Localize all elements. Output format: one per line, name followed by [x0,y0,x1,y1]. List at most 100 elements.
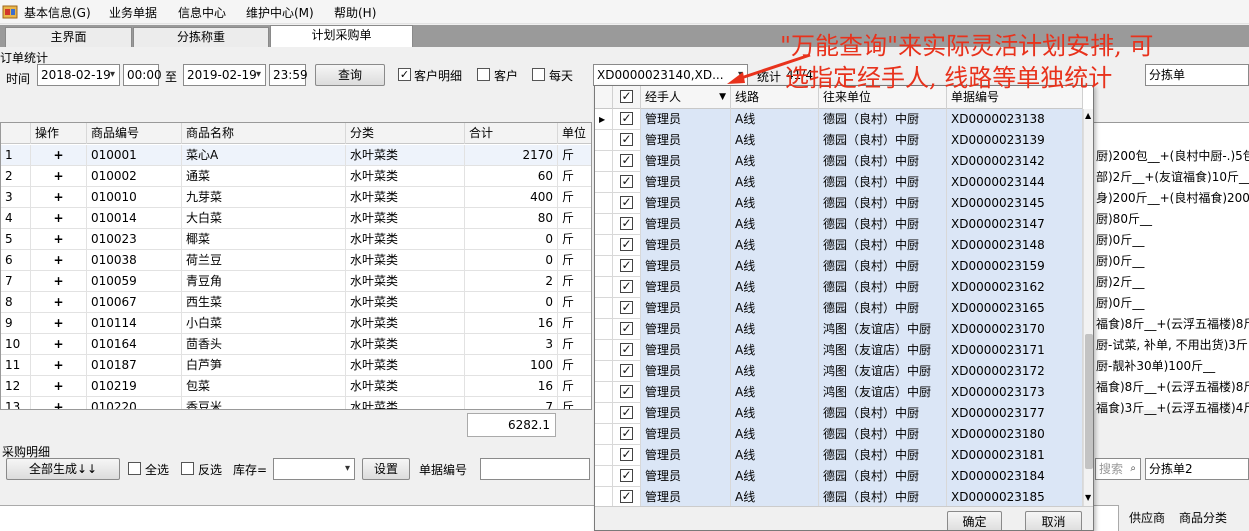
dropdown-scrollbar[interactable]: ▲ ▼ [1083,109,1093,508]
tab-product-category[interactable]: 商品分类 [1179,509,1227,526]
table-row[interactable]: 1 +010001 菜心A 水叶菜类 2170 斤 [1,145,591,166]
cell-op[interactable]: + [31,397,87,409]
table-row[interactable]: 13 +010220 香豆米 水叶菜类 7 斤 [1,397,591,409]
row-checkbox[interactable]: ✓ [620,364,633,377]
cell-op[interactable]: + [31,355,87,375]
dropdown-row[interactable]: ▶ ✓ 管理员 A线 德园（良村）中厨 XD0000023138 [595,109,1083,130]
cell-op[interactable]: + [31,376,87,396]
dropdown-row[interactable]: ✓ 管理员 A线 德园（良村）中厨 XD0000023165 [595,298,1083,319]
row-checkbox[interactable]: ✓ [620,112,633,125]
header-name[interactable]: 商品名称 [182,123,346,144]
row-checkbox-cell[interactable]: ✓ [613,319,641,340]
dropdown-row[interactable]: ✓ 管理员 A线 德园（良村）中厨 XD0000023144 [595,172,1083,193]
table-row[interactable]: 6 +010038 荷兰豆 水叶菜类 0 斤 [1,250,591,271]
menu-basic-info[interactable]: 基本信息(G) [24,4,91,21]
row-checkbox-cell[interactable]: ✓ [613,424,641,445]
tab-main[interactable]: 主界面 [5,27,132,47]
dropdown-row[interactable]: ✓ 管理员 A线 鸿图（友谊店）中厨 XD0000023172 [595,361,1083,382]
row-checkbox[interactable]: ✓ [620,280,633,293]
table-row[interactable]: 4 +010014 大白菜 水叶菜类 80 斤 [1,208,591,229]
ok-button[interactable]: 确定 [947,511,1002,530]
date-from-picker[interactable]: 2018-02-19 ▾ [37,64,120,86]
row-checkbox[interactable]: ✓ [620,196,633,209]
row-checkbox[interactable]: ✓ [620,301,633,314]
time-from-input[interactable]: 00:00 [123,64,162,86]
row-checkbox-cell[interactable]: ✓ [613,361,641,382]
row-checkbox[interactable]: ✓ [620,448,633,461]
cell-op[interactable]: + [31,313,87,333]
tab-sorting-weigh[interactable]: 分拣称重 [133,27,269,47]
row-checkbox[interactable]: ✓ [620,133,633,146]
cell-op[interactable]: + [31,334,87,354]
row-checkbox[interactable]: ✓ [620,427,633,440]
scroll-down-icon[interactable]: ▼ [1085,493,1091,502]
date-to-picker[interactable]: 2019-02-19 ▾ [183,64,266,86]
tab-purchase-plan[interactable]: 计划采购单 [270,25,413,47]
doc-no-input[interactable] [480,458,590,480]
cell-op[interactable]: + [31,250,87,270]
dropdown-row[interactable]: ✓ 管理员 A线 德园（良村）中厨 XD0000023145 [595,193,1083,214]
dropdown-row[interactable]: ✓ 管理员 A线 鸿图（友谊店）中厨 XD0000023171 [595,340,1083,361]
row-checkbox-cell[interactable]: ✓ [613,130,641,151]
row-checkbox[interactable]: ✓ [620,490,633,503]
header-total[interactable]: 合计 [465,123,558,144]
time-to-input[interactable]: 23:59 [269,64,308,86]
daily-checkbox[interactable] [532,68,545,81]
sort-sheet-combo[interactable]: 分拣单 [1145,64,1249,86]
stock-combo[interactable]: ▾ [273,458,355,480]
dropdown-row[interactable]: ✓ 管理员 A线 德园（良村）中厨 XD0000023177 [595,403,1083,424]
row-checkbox[interactable]: ✓ [620,175,633,188]
row-checkbox-cell[interactable]: ✓ [613,172,641,193]
row-checkbox-cell[interactable]: ✓ [613,403,641,424]
row-checkbox-cell[interactable]: ✓ [613,487,641,508]
header-handler[interactable]: 经手人 ▼ [641,86,731,109]
row-checkbox-cell[interactable]: ✓ [613,298,641,319]
customer-detail-checkbox[interactable]: ✓ [398,68,411,81]
header-checkbox[interactable]: ✓ [620,90,633,103]
cell-op[interactable]: + [31,271,87,291]
customer-checkbox[interactable] [477,68,490,81]
tab-supplier[interactable]: 供应商 [1129,509,1165,526]
cell-op[interactable]: + [31,229,87,249]
select-all-checkbox[interactable] [128,462,141,475]
header-category[interactable]: 分类 [346,123,465,144]
row-checkbox[interactable]: ✓ [620,259,633,272]
cell-op[interactable]: + [31,208,87,228]
row-checkbox-cell[interactable]: ✓ [613,193,641,214]
query-button[interactable]: 查询 [315,64,385,86]
table-row[interactable]: 11 +010187 白芦笋 水叶菜类 100 斤 [1,355,591,376]
cell-op[interactable]: + [31,145,87,165]
table-row[interactable]: 3 +010010 九芽菜 水叶菜类 400 斤 [1,187,591,208]
table-row[interactable]: 8 +010067 西生菜 水叶菜类 0 斤 [1,292,591,313]
dropdown-row[interactable]: ✓ 管理员 A线 德园（良村）中厨 XD0000023159 [595,256,1083,277]
table-row[interactable]: 9 +010114 小白菜 水叶菜类 16 斤 [1,313,591,334]
row-checkbox-cell[interactable]: ✓ [613,445,641,466]
dropdown-row[interactable]: ✓ 管理员 A线 鸿图（友谊店）中厨 XD0000023173 [595,382,1083,403]
row-checkbox-cell[interactable]: ✓ [613,382,641,403]
cell-op[interactable]: + [31,187,87,207]
row-checkbox[interactable]: ✓ [620,154,633,167]
dropdown-row[interactable]: ✓ 管理员 A线 德园（良村）中厨 XD0000023147 [595,214,1083,235]
scroll-up-icon[interactable]: ▲ [1085,111,1091,120]
dropdown-row[interactable]: ✓ 管理员 A线 德园（良村）中厨 XD0000023184 [595,466,1083,487]
row-checkbox[interactable]: ✓ [620,469,633,482]
row-checkbox[interactable]: ✓ [620,343,633,356]
menu-business-docs[interactable]: 业务单据 [109,4,157,21]
search-input[interactable]: 搜索 ⌕ [1095,458,1141,480]
cancel-button[interactable]: 取消 [1025,511,1082,530]
table-row[interactable]: 5 +010023 椰菜 水叶菜类 0 斤 [1,229,591,250]
sort-sheet2-combo[interactable]: 分拣单2 [1145,458,1249,480]
table-row[interactable]: 7 +010059 青豆角 水叶菜类 2 斤 [1,271,591,292]
generate-all-button[interactable]: 全部生成↓↓ [6,458,120,480]
dropdown-row[interactable]: ✓ 管理员 A线 德园（良村）中厨 XD0000023185 [595,487,1083,508]
row-checkbox-cell[interactable]: ✓ [613,109,641,130]
dropdown-row[interactable]: ✓ 管理员 A线 德园（良村）中厨 XD0000023162 [595,277,1083,298]
dropdown-row[interactable]: ✓ 管理员 A线 鸿图（友谊店）中厨 XD0000023170 [595,319,1083,340]
row-checkbox[interactable]: ✓ [620,238,633,251]
menu-info-center[interactable]: 信息中心 [178,4,226,21]
header-code[interactable]: 商品编号 [87,123,182,144]
settings-button[interactable]: 设置 [362,458,410,480]
table-row[interactable]: 2 +010002 通菜 水叶菜类 60 斤 [1,166,591,187]
dropdown-row[interactable]: ✓ 管理员 A线 德园（良村）中厨 XD0000023142 [595,151,1083,172]
invert-checkbox[interactable] [181,462,194,475]
